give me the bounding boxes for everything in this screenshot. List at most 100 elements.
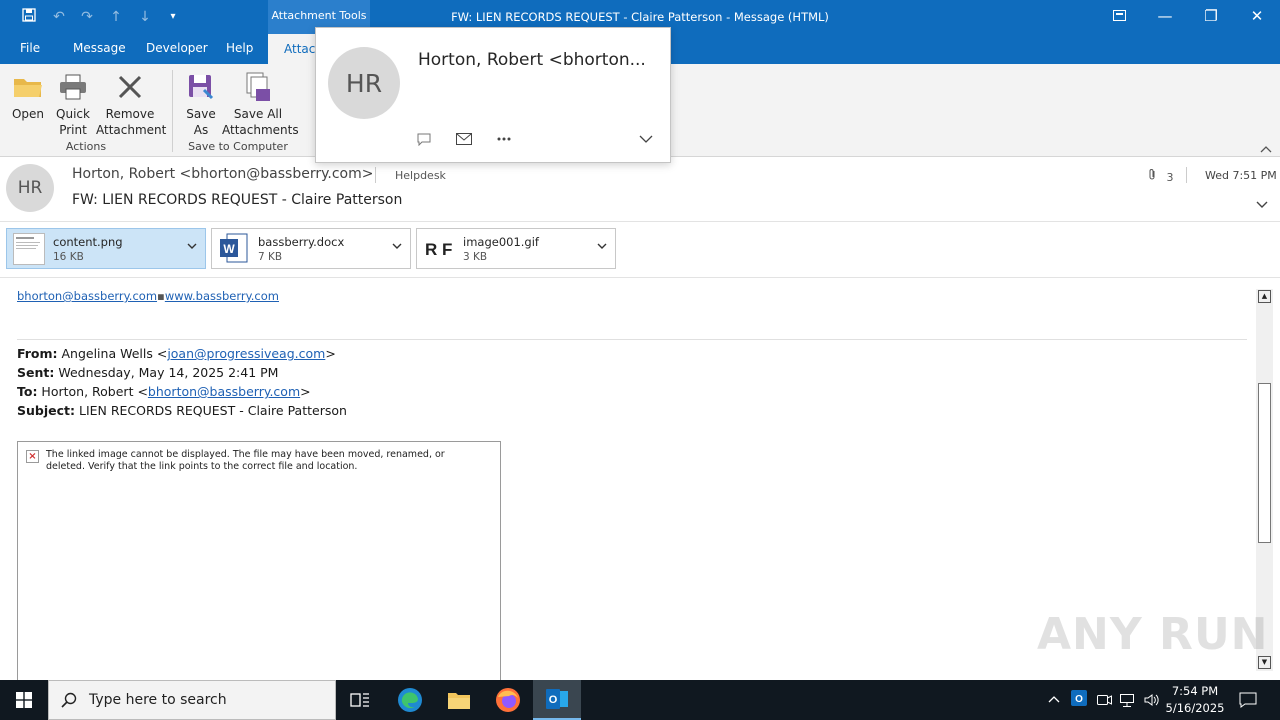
remove-label-2: Attachment xyxy=(96,123,167,137)
attachment-item[interactable]: RF image001.gif 3 KB xyxy=(416,228,616,269)
search-icon xyxy=(61,692,77,712)
outlook-tray-icon[interactable]: O xyxy=(1071,690,1087,710)
group-actions-label: Actions xyxy=(65,140,107,153)
undo-icon[interactable]: ↶ xyxy=(50,8,68,26)
group-save-label: Save to Computer xyxy=(188,140,288,153)
open-button[interactable]: Open xyxy=(8,70,48,122)
message-body: bhorton@bassberry.com▪www.bassberry.com … xyxy=(0,279,1280,681)
previous-item-icon[interactable]: ↑ xyxy=(107,8,125,26)
header-divider xyxy=(1186,167,1187,183)
watermark-logo: ANY RUN xyxy=(1037,609,1269,660)
scroll-thumb[interactable] xyxy=(1258,383,1271,543)
forward-divider xyxy=(17,339,1247,340)
attachment-name: content.png xyxy=(53,235,123,249)
svg-text:F: F xyxy=(442,240,452,259)
more-options-icon[interactable] xyxy=(494,130,514,148)
printer-icon xyxy=(56,70,90,104)
save-icon[interactable] xyxy=(20,8,38,26)
to-label: To: xyxy=(17,384,38,399)
save-all-label-2: Attachments xyxy=(222,123,299,137)
attachment-dropdown-icon[interactable] xyxy=(392,240,402,253)
sender-name[interactable]: Horton, Robert <bhorton@bassberry.com> xyxy=(72,166,373,182)
collapse-ribbon-icon[interactable] xyxy=(1260,142,1272,156)
forward-from-line: From: Angelina Wells <joan@progressiveag… xyxy=(17,346,336,361)
volume-icon[interactable] xyxy=(1143,692,1159,712)
signature-email-link[interactable]: bhorton@bassberry.com xyxy=(17,289,157,303)
next-item-icon[interactable]: ↓ xyxy=(136,8,154,26)
save-all-attachments-button[interactable]: Save All Attachments xyxy=(222,70,299,138)
attachment-dropdown-icon[interactable] xyxy=(187,240,197,253)
signature-website-link[interactable]: www.bassberry.com xyxy=(165,289,279,303)
attachment-item[interactable]: content.png 16 KB xyxy=(6,228,206,269)
forward-sent-line: Sent: Wednesday, May 14, 2025 2:41 PM xyxy=(17,365,278,380)
gif-thumbnail-icon: RF xyxy=(422,232,456,266)
signature-links: bhorton@bassberry.com▪www.bassberry.com xyxy=(17,289,279,303)
file-explorer-icon[interactable] xyxy=(435,680,483,720)
attachment-name: image001.gif xyxy=(463,235,539,249)
outlook-taskbar-icon[interactable]: O xyxy=(533,680,581,720)
subject-value: LIEN RECORDS REQUEST - Claire Patterson xyxy=(75,403,347,418)
image-thumbnail-icon xyxy=(12,232,46,266)
close-icon[interactable]: ✕ xyxy=(1234,0,1280,34)
menu-message[interactable]: Message xyxy=(73,41,126,55)
menu-file[interactable]: File xyxy=(20,41,40,55)
from-label: From: xyxy=(17,346,58,361)
svg-text:R: R xyxy=(425,240,437,259)
word-doc-icon: W xyxy=(217,232,251,266)
scroll-up-icon[interactable]: ▲ xyxy=(1258,290,1271,303)
meet-now-icon[interactable] xyxy=(1096,692,1112,712)
quick-print-button[interactable]: Quick Print xyxy=(52,70,94,138)
minimize-icon[interactable]: — xyxy=(1142,0,1188,34)
remove-x-icon xyxy=(113,70,147,104)
customize-toolbar-icon[interactable]: ▾ xyxy=(164,8,182,26)
firefox-icon[interactable] xyxy=(484,680,532,720)
from-close: > xyxy=(325,346,336,361)
to-email-link[interactable]: bhorton@bassberry.com xyxy=(148,384,300,399)
show-hidden-icons-icon[interactable] xyxy=(1048,692,1060,707)
taskbar-search-box[interactable]: Type here to search xyxy=(48,680,336,720)
broken-image-placeholder: × The linked image cannot be displayed. … xyxy=(17,441,501,681)
expand-card-icon[interactable] xyxy=(636,130,656,148)
expand-header-icon[interactable] xyxy=(1256,198,1268,212)
menu-developer[interactable]: Developer xyxy=(146,41,208,55)
sent-value: Wednesday, May 14, 2025 2:41 PM xyxy=(54,365,279,380)
paperclip-icon xyxy=(1148,169,1161,184)
ribbon-separator xyxy=(172,70,173,152)
attachment-size: 16 KB xyxy=(53,251,84,263)
forward-subject-line: Subject: LIEN RECORDS REQUEST - Claire P… xyxy=(17,403,347,418)
sender-avatar[interactable]: HR xyxy=(6,164,54,212)
folder-label: Helpdesk xyxy=(395,169,446,182)
contact-card-name: Horton, Robert <bhorton... xyxy=(418,50,646,70)
remove-attachment-button[interactable]: Remove Attachment xyxy=(96,70,167,138)
received-time: Wed 7:51 PM xyxy=(1205,169,1277,182)
windows-start-icon[interactable] xyxy=(0,680,48,720)
save-all-label-1: Save All xyxy=(233,107,283,121)
menu-help[interactable]: Help xyxy=(226,41,253,55)
attachment-dropdown-icon[interactable] xyxy=(597,240,607,253)
clock-time: 7:54 PM xyxy=(1171,684,1219,698)
save-as-button[interactable]: Save As xyxy=(182,70,220,138)
ribbon-display-options-icon[interactable] xyxy=(1096,0,1142,34)
chat-icon[interactable] xyxy=(414,130,434,148)
email-icon[interactable] xyxy=(454,130,474,148)
quick-print-label-1: Quick xyxy=(56,107,90,121)
network-icon[interactable] xyxy=(1119,692,1135,712)
restore-icon[interactable]: ❐ xyxy=(1188,0,1234,34)
contact-card: HR Horton, Robert <bhorton... xyxy=(315,27,671,163)
search-placeholder: Type here to search xyxy=(89,692,227,708)
edge-browser-icon[interactable] xyxy=(386,680,434,720)
attachment-item[interactable]: W bassberry.docx 7 KB xyxy=(211,228,411,269)
svg-text:O: O xyxy=(1075,694,1083,705)
attachment-count: 3 xyxy=(1148,168,1174,184)
from-email-link[interactable]: joan@progressiveag.com xyxy=(167,346,325,361)
remove-label-1: Remove xyxy=(105,107,155,121)
attachment-size: 3 KB xyxy=(463,251,488,263)
redo-icon[interactable]: ↷ xyxy=(78,8,96,26)
attachment-bar: content.png 16 KB W bassberry.docx 7 KB … xyxy=(0,222,1280,278)
system-clock[interactable]: 7:54 PM 5/16/2025 xyxy=(1165,683,1225,717)
task-view-icon[interactable] xyxy=(336,680,384,720)
contact-card-avatar[interactable]: HR xyxy=(328,47,400,119)
notifications-icon[interactable] xyxy=(1239,692,1257,712)
attachment-count-value: 3 xyxy=(1166,171,1174,184)
save-as-label-2: As xyxy=(193,123,209,137)
